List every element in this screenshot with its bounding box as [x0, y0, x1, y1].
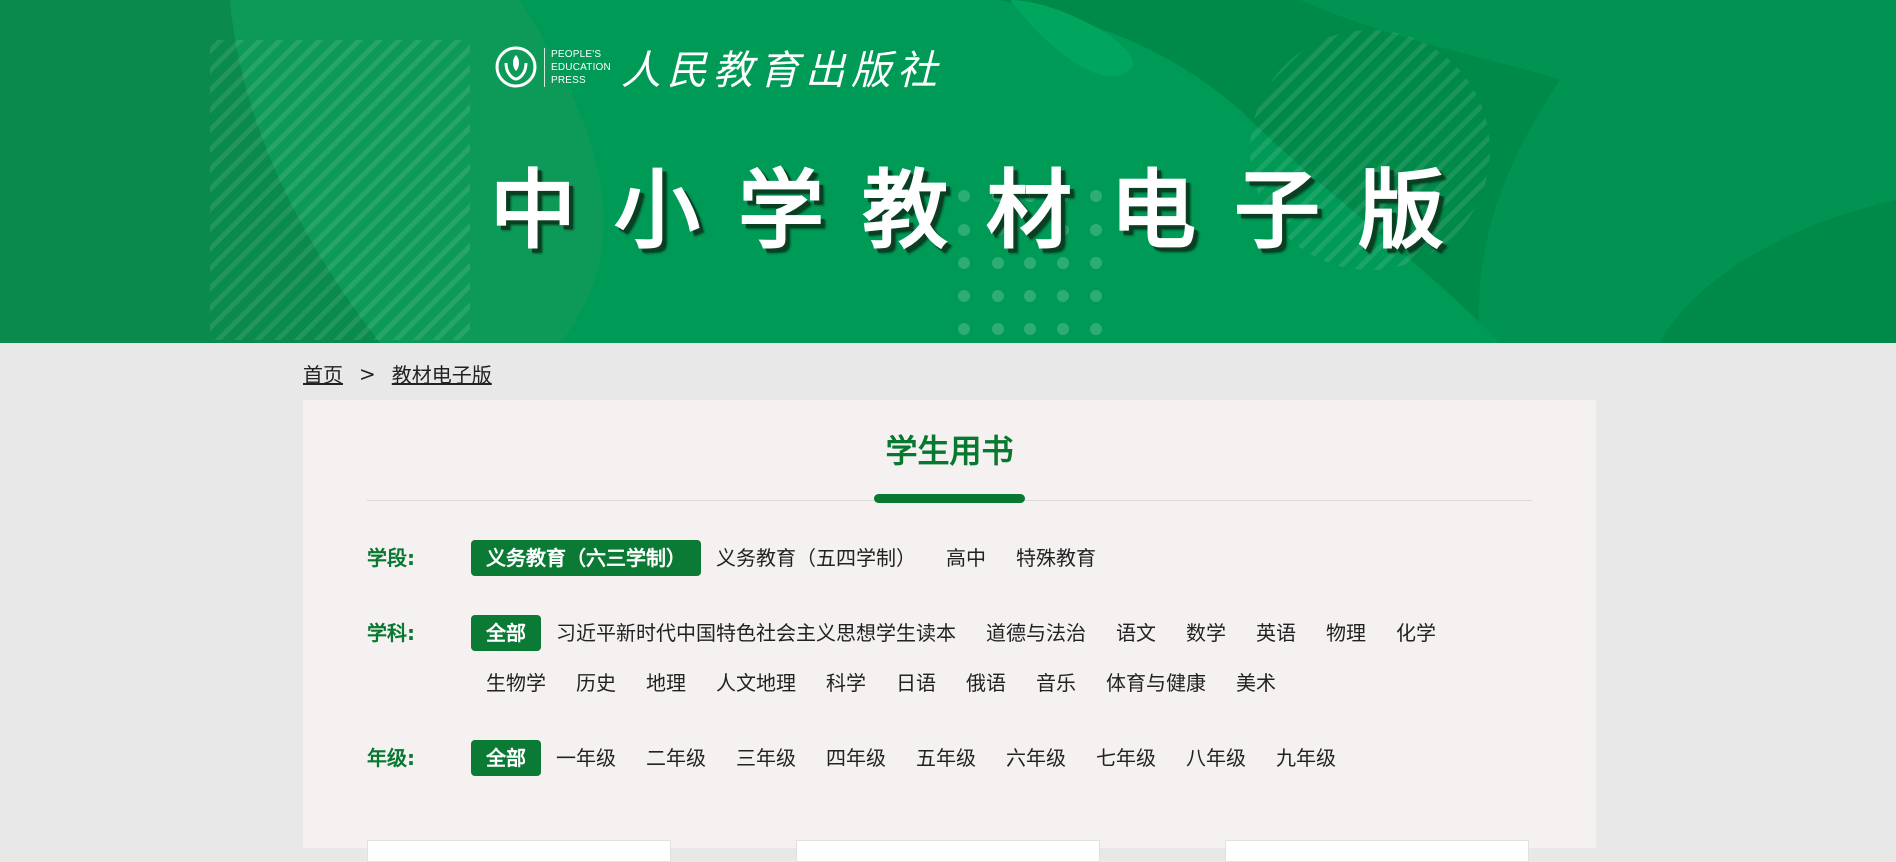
breadcrumb: 首页 > 教材电子版 [303, 359, 492, 388]
subject-option[interactable]: 数学 [1171, 615, 1241, 651]
subject-option[interactable]: 习近平新时代中国特色社会主义思想学生读本 [541, 615, 971, 651]
filter-label-subject: 学科: [367, 621, 415, 645]
grade-option[interactable]: 全部 [471, 740, 541, 776]
logo-chinese-calligraphy: 人民教育出版社 [620, 48, 943, 94]
stage-option[interactable]: 高中 [931, 540, 1001, 576]
logo-en-line: PEOPLE'S [551, 48, 602, 60]
logo-en-line: EDUCATION [551, 61, 611, 73]
banner-title: 中小学教材电子版 [490, 160, 1482, 261]
breadcrumb-home-link[interactable]: 首页 [303, 359, 343, 388]
breadcrumb-separator: > [359, 361, 376, 386]
stage-option[interactable]: 特殊教育 [1001, 540, 1111, 576]
grade-option[interactable]: 五年级 [901, 740, 991, 776]
logo-en-line: PRESS [551, 74, 586, 86]
subject-option[interactable]: 日语 [881, 665, 951, 701]
grade-option[interactable]: 八年级 [1171, 740, 1261, 776]
subject-option[interactable]: 物理 [1311, 615, 1381, 651]
grade-option[interactable]: 九年级 [1261, 740, 1351, 776]
subject-option[interactable]: 人文地理 [701, 665, 811, 701]
subject-options: 全部 习近平新时代中国特色社会主义思想学生读本 道德与法治 语文 数学 英语 物理 化学生物学… [471, 615, 1531, 701]
filter-row-stage: 学段: 义务教育（六三学制） 义务教育（五四学制） 高中 特殊教育 [367, 540, 1531, 576]
subject-option[interactable]: 语文 [1101, 615, 1171, 651]
subject-option[interactable]: 英语 [1241, 615, 1311, 651]
breadcrumb-current-link[interactable]: 教材电子版 [392, 359, 492, 388]
subject-option[interactable]: 科学 [811, 665, 881, 701]
pep-emblem-icon [495, 46, 537, 88]
book-card[interactable] [796, 840, 1100, 862]
subject-option[interactable]: 道德与法治 [971, 615, 1101, 651]
subject-option[interactable]: 化学 [1381, 615, 1451, 651]
grade-option[interactable]: 一年级 [541, 740, 631, 776]
subject-option[interactable]: 历史 [561, 665, 631, 701]
subject-option[interactable]: 地理 [631, 665, 701, 701]
grade-options: 全部 一年级 二年级 三年级 四年级 五年级 六年级 七年级 八年级 九年级 [471, 740, 1531, 776]
section-title: 学生用书 [885, 432, 1014, 470]
filter-label-grade: 年级: [367, 746, 415, 770]
pep-logo[interactable]: PEOPLE'S EDUCATION PRESS 人民教育出版社 [494, 44, 943, 94]
filter-label-stage: 学段: [367, 546, 415, 570]
subject-option[interactable]: 俄语 [951, 665, 1021, 701]
grade-option[interactable]: 六年级 [991, 740, 1081, 776]
stage-options: 义务教育（六三学制） 义务教育（五四学制） 高中 特殊教育 [471, 540, 1531, 576]
grade-option[interactable]: 四年级 [811, 740, 901, 776]
subject-option[interactable]: 全部 [471, 615, 541, 651]
logo-english-text: PEOPLE'S EDUCATION PRESS [544, 47, 611, 87]
grade-option[interactable]: 七年级 [1081, 740, 1171, 776]
stage-option[interactable]: 义务教育（五四学制） [701, 540, 931, 576]
subject-option[interactable]: 音乐 [1021, 665, 1091, 701]
section-title-underline [874, 494, 1025, 503]
grade-option[interactable]: 二年级 [631, 740, 721, 776]
book-card-list [367, 840, 1532, 862]
subject-option[interactable]: 体育与健康 [1091, 665, 1221, 701]
filter-row-subject: 学科: 全部 习近平新时代中国特色社会主义思想学生读本 道德与法治 语文 数学 英语 物理化… [367, 615, 1531, 701]
subject-option[interactable]: 生物学 [471, 665, 561, 701]
header-banner: PEOPLE'S EDUCATION PRESS 人民教育出版社 中小学教材电子… [0, 0, 1896, 343]
textbook-filter-panel: 学生用书 学段: 义务教育（六三学制） 义务教育（五四学制） 高中 特殊教育 学科: … [303, 400, 1596, 862]
stage-option[interactable]: 义务教育（六三学制） [471, 540, 701, 576]
subject-option[interactable]: 美术 [1221, 665, 1291, 701]
filter-row-grade: 年级: 全部 一年级 二年级 三年级 四年级 五年级 六年级 七年级 八年级 九年级 [367, 740, 1531, 776]
book-card[interactable] [1225, 840, 1529, 862]
grade-option[interactable]: 三年级 [721, 740, 811, 776]
book-card[interactable] [367, 840, 671, 862]
